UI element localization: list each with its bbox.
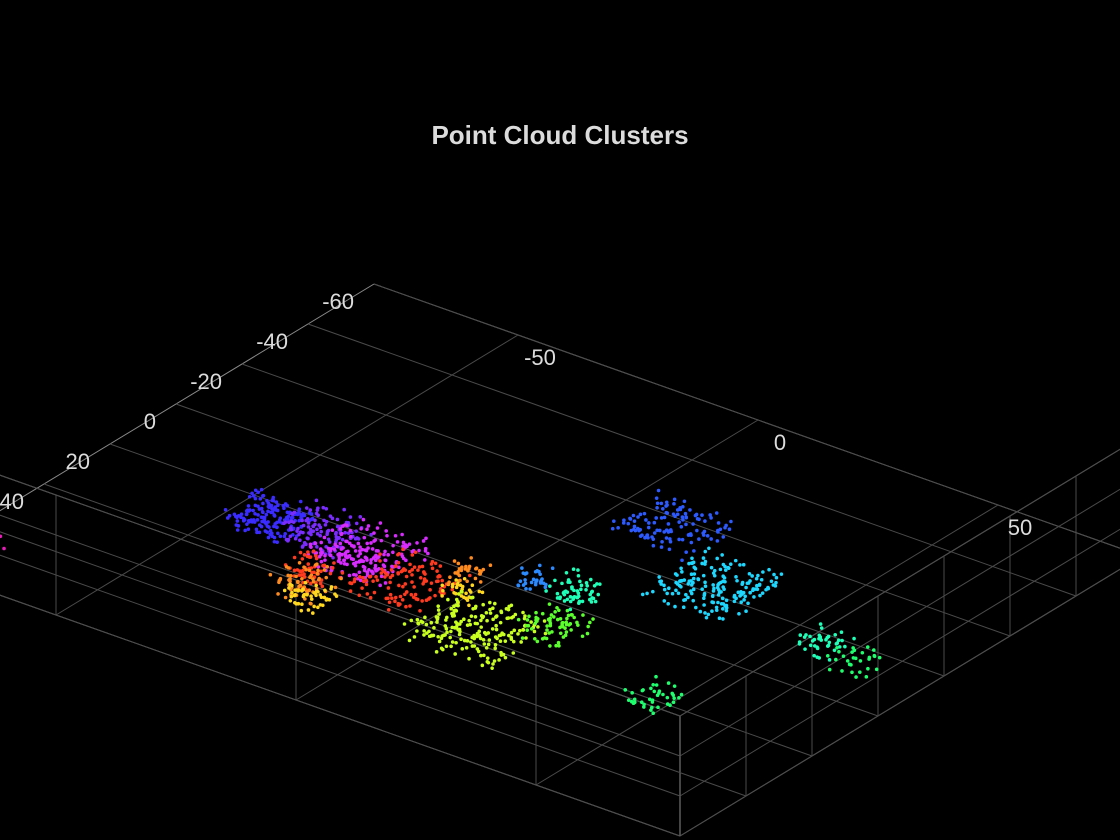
tick-labels: -50050-60-40-200204060-50510 [0, 289, 1032, 575]
cluster-18 [611, 489, 733, 562]
cluster-15 [544, 567, 601, 611]
cluster-11 [447, 556, 492, 586]
svg-text:0: 0 [144, 409, 156, 434]
cluster-1 [0, 535, 6, 551]
svg-text:0: 0 [774, 430, 786, 455]
cluster-2 [224, 488, 315, 544]
chart-title: Point Cloud Clusters [0, 120, 1120, 151]
svg-text:50: 50 [1008, 515, 1032, 540]
svg-text:40: 40 [0, 489, 24, 514]
svg-text:-60: -60 [322, 289, 354, 314]
cluster-13 [517, 602, 595, 647]
cluster-17 [641, 546, 783, 620]
cluster-9 [283, 581, 338, 615]
svg-text:-40: -40 [256, 329, 288, 354]
chart-container: Point Cloud Clusters -50 0 50 -60 -40 -20 0 20 4… [0, 0, 1120, 840]
cluster-14 [623, 675, 683, 715]
svg-text:20: 20 [66, 449, 90, 474]
axes-grid [0, 284, 1120, 836]
svg-text:-20: -20 [190, 369, 222, 394]
svg-text:-50: -50 [524, 345, 556, 370]
